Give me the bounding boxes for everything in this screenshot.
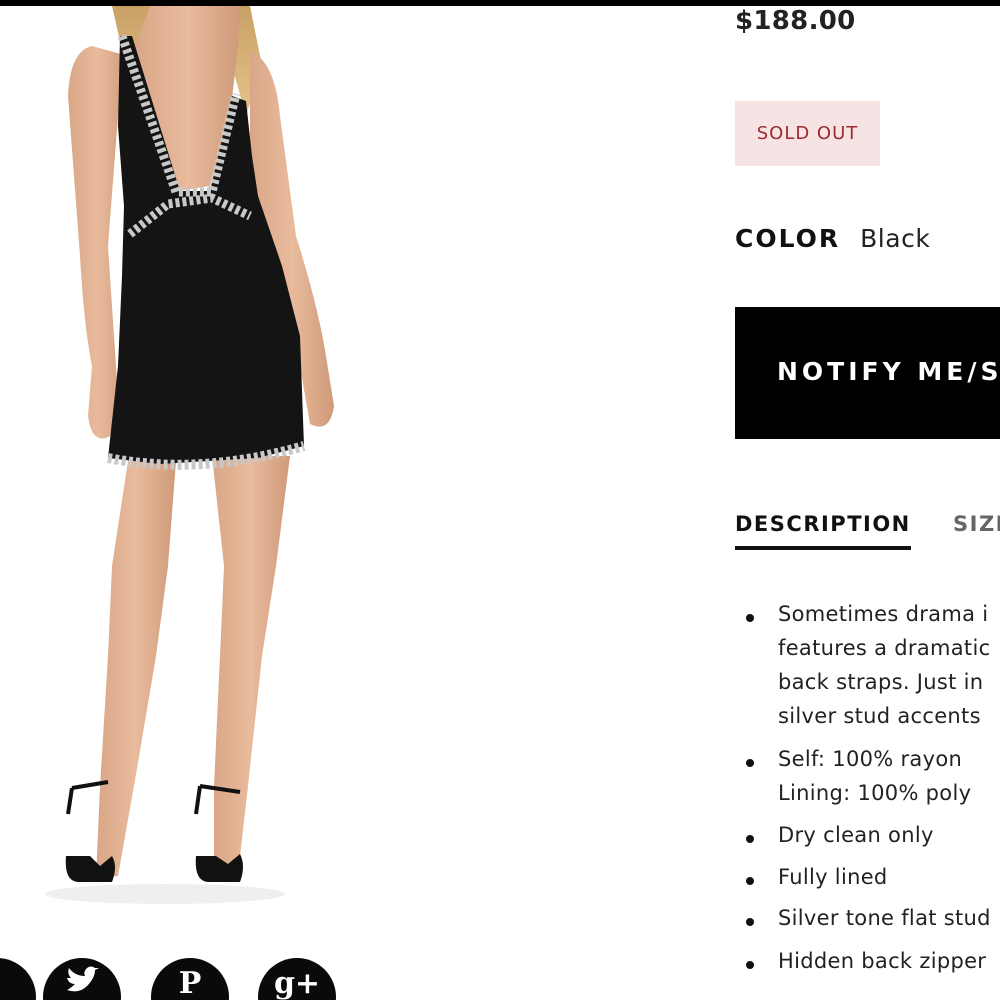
- google-plus-glyph: g+: [273, 966, 321, 1000]
- bullet-dot: [746, 614, 754, 622]
- color-value: Black: [860, 224, 931, 253]
- facebook-icon[interactable]: [0, 958, 36, 1000]
- twitter-bird-glyph: [67, 966, 99, 992]
- product-info-tabs: DESCRIPTION SIZI: [735, 512, 1000, 562]
- pinterest-glyph: P: [178, 966, 202, 1000]
- product-image[interactable]: [0, 6, 420, 936]
- description-list: Sometimes drama i features a dramatic ba…: [735, 600, 1000, 1000]
- list-item-text: Fully lined: [778, 865, 888, 889]
- color-selector: COLOR Black: [735, 224, 930, 253]
- list-item-text: Hidden back zipper: [778, 949, 987, 973]
- notify-me-button[interactable]: NOTIFY ME/S: [735, 307, 1000, 439]
- bullet-dot: [746, 759, 754, 767]
- list-item-text: Sometimes drama i: [778, 602, 989, 626]
- list-item-text: Lining: 100% poly: [778, 781, 972, 805]
- bullet-dot: [746, 835, 754, 843]
- list-item-text: Dry clean only: [778, 823, 934, 847]
- product-photo-illustration: [45, 6, 334, 904]
- twitter-icon[interactable]: [43, 958, 121, 1000]
- google-plus-icon[interactable]: g+: [258, 958, 336, 1000]
- tab-description[interactable]: DESCRIPTION: [735, 512, 911, 550]
- list-item-text: back straps. Just in: [778, 670, 984, 694]
- bullet-dot: [746, 961, 754, 969]
- tab-size[interactable]: SIZI: [953, 512, 1000, 536]
- list-item-text: Self: 100% rayon: [778, 747, 963, 771]
- list-item-text: Silver tone flat stud: [778, 906, 991, 930]
- product-page: P g+ $188.00 SOLD OUT COLOR Black NOTIFY…: [0, 0, 1000, 1000]
- list-item-text: silver stud accents: [778, 704, 981, 728]
- color-label: COLOR: [735, 224, 841, 253]
- notify-me-label: NOTIFY ME/S: [777, 357, 1000, 386]
- pinterest-icon[interactable]: P: [151, 958, 229, 1000]
- bullet-dot: [746, 918, 754, 926]
- product-price: $188.00: [735, 6, 856, 36]
- sold-out-badge: SOLD OUT: [735, 101, 880, 166]
- list-item-text: features a dramatic: [778, 636, 991, 660]
- bullet-dot: [746, 877, 754, 885]
